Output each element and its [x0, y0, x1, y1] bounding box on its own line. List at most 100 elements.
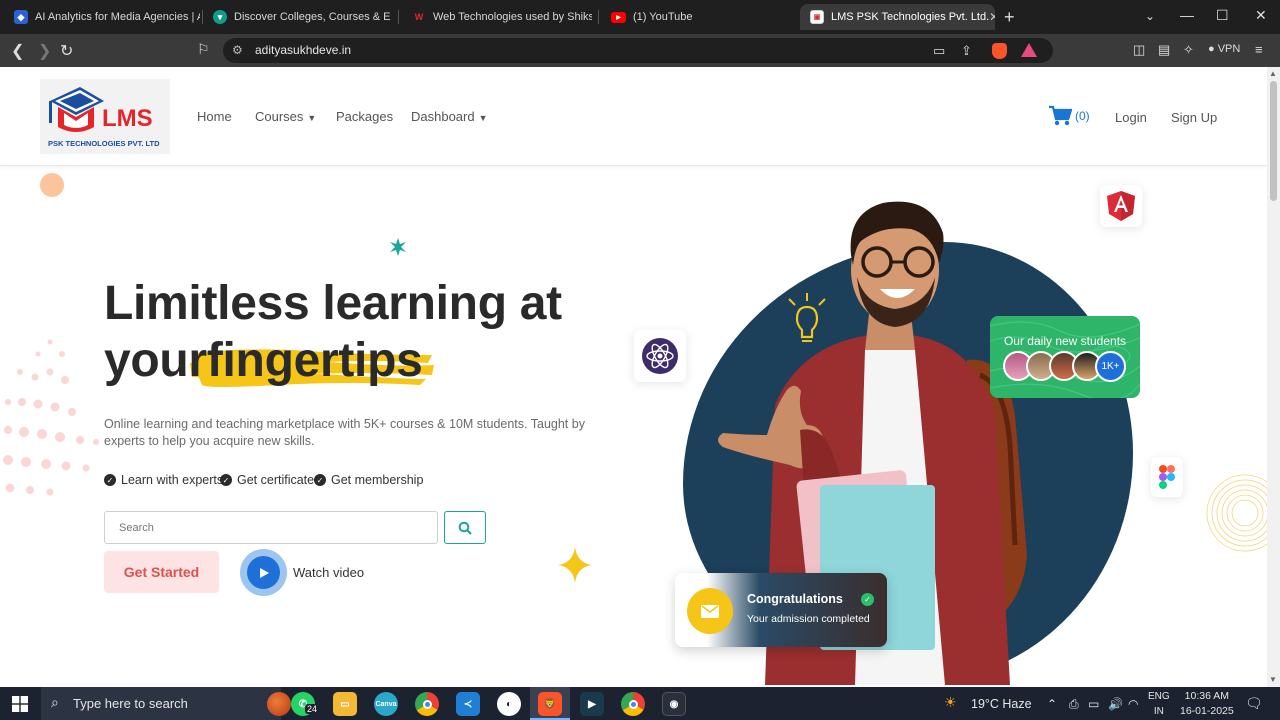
- course-search-input[interactable]: [104, 511, 438, 544]
- scroll-up-icon[interactable]: ▲: [1269, 69, 1277, 78]
- clock-date: 16-01-2025: [1180, 705, 1234, 717]
- search-button[interactable]: [444, 511, 486, 544]
- tab-discover-colleges[interactable]: ▾ Discover Colleges, Courses & Exams: [203, 4, 391, 30]
- watch-video-button[interactable]: Watch video: [240, 549, 364, 596]
- wappalyzer-favicon-icon: W: [412, 10, 426, 24]
- cast-icon[interactable]: ▭: [933, 43, 945, 59]
- tab-title: Web Technologies used by Shiksha: [433, 11, 592, 23]
- close-tab-icon[interactable]: ✕: [989, 10, 995, 24]
- system-clock[interactable]: 10:36 AM 16-01-2025: [1180, 689, 1234, 719]
- atom-icon-card: [634, 330, 686, 382]
- brave-taskbar-icon[interactable]: 🦁: [538, 692, 562, 716]
- watch-video-label: Watch video: [293, 565, 365, 580]
- signup-link[interactable]: Sign Up: [1171, 110, 1217, 125]
- windows-start-icon[interactable]: [12, 696, 28, 712]
- bookmark-icon[interactable]: ⚐: [197, 41, 210, 58]
- file-explorer-icon[interactable]: ▭: [333, 692, 357, 716]
- new-tab-icon[interactable]: +: [1004, 7, 1015, 28]
- brave-shields-icon[interactable]: [992, 43, 1007, 59]
- sparkle-star-icon: [390, 238, 406, 256]
- forward-icon[interactable]: ❯: [38, 41, 51, 61]
- wifi-icon[interactable]: ◠: [1128, 697, 1138, 711]
- windows-taskbar: ⌕ Type here to search ✆ 24 ▭ Canva ≺ ◐ 🦁…: [0, 687, 1280, 720]
- davinci-icon[interactable]: ◉: [662, 692, 686, 716]
- logo-subtitle: PSK TECHNOLOGIES PVT. LTD: [48, 139, 160, 148]
- tab-lms-active[interactable]: ▣ LMS PSK Technologies Pvt. Ltd. ✕: [800, 4, 995, 30]
- brave-rewards-icon[interactable]: [1021, 43, 1037, 57]
- chevron-down-icon: ▼: [307, 113, 317, 123]
- chrome-icon[interactable]: [415, 692, 439, 716]
- decorative-ring-pattern: [1206, 474, 1267, 552]
- hero-title-line2: yourfingertips: [104, 332, 562, 389]
- feature-label: Learn with experts: [121, 473, 224, 487]
- maximize-icon[interactable]: ☐: [1216, 7, 1229, 24]
- tab-search-chevron-icon[interactable]: ⌄: [1145, 9, 1155, 23]
- vpn-button[interactable]: ● VPN: [1208, 43, 1240, 55]
- show-hidden-icons-icon[interactable]: ⌃: [1047, 697, 1057, 711]
- site-settings-icon[interactable]: ⚙: [232, 43, 243, 57]
- hero-title-line1: Limitless learning at: [104, 277, 562, 330]
- minimize-icon[interactable]: —: [1180, 7, 1194, 23]
- taskbar-search-box[interactable]: ⌕ Type here to search: [41, 687, 311, 720]
- feature-label: Get membership: [331, 473, 424, 487]
- meet-now-icon[interactable]: ⎙: [1069, 697, 1079, 712]
- lang-line2: IN: [1153, 706, 1164, 717]
- get-started-button[interactable]: Get Started: [104, 551, 219, 593]
- leo-ai-icon[interactable]: ✧: [1183, 42, 1194, 58]
- nav-packages-label: Packages: [336, 109, 394, 124]
- scroll-down-icon[interactable]: ▼: [1269, 675, 1277, 684]
- menu-icon[interactable]: ≡: [1255, 42, 1263, 57]
- app-icon[interactable]: ◐: [497, 692, 521, 716]
- tab-title: (1) YouTube: [633, 11, 693, 23]
- angular-logo-icon: [1107, 191, 1135, 221]
- congratulations-subtitle: Your admission completed: [747, 613, 870, 625]
- weather-icon[interactable]: ☀: [944, 694, 957, 711]
- lms-logo[interactable]: LMS PSK TECHNOLOGIES PVT. LTD: [40, 79, 170, 154]
- page-scrollbar[interactable]: ▲ ▼: [1267, 67, 1280, 687]
- volume-icon[interactable]: 🔊: [1108, 697, 1123, 711]
- check-circle-icon: ✓: [861, 593, 874, 606]
- feature-get-membership: ✓ Get membership: [314, 473, 423, 487]
- weather-text[interactable]: 19°C Haze: [971, 697, 1032, 711]
- reload-icon[interactable]: ↻: [60, 41, 73, 61]
- nav-packages[interactable]: Packages: [336, 109, 393, 124]
- cart-count[interactable]: (0): [1075, 109, 1090, 123]
- tab-web-technologies[interactable]: W Web Technologies used by Shiksha: [402, 4, 592, 30]
- url-text[interactable]: adityasukhdeve.in: [255, 43, 351, 57]
- decorative-dot-pattern: [3, 339, 99, 496]
- tab-ai-analytics[interactable]: ◆ AI Analytics for Media Agencies | AI: [4, 4, 200, 30]
- nav-courses[interactable]: Courses ▼: [255, 109, 316, 124]
- nav-home[interactable]: Home: [197, 109, 232, 124]
- language-indicator[interactable]: ENG IN: [1148, 689, 1170, 719]
- vscode-icon[interactable]: ≺: [456, 692, 480, 716]
- scroll-thumb[interactable]: [1270, 81, 1277, 201]
- search-icon: [458, 521, 472, 535]
- wallet-icon[interactable]: ▤: [1158, 42, 1170, 58]
- nav-home-label: Home: [197, 109, 232, 124]
- terminal-app-icon[interactable]: ▶: [580, 692, 604, 716]
- sidebar-toggle-icon[interactable]: ◫: [1133, 42, 1145, 58]
- site-header: LMS PSK TECHNOLOGIES PVT. LTD Home Cours…: [0, 67, 1267, 166]
- browser-tab-bar: ◆ AI Analytics for Media Agencies | AI ▾…: [0, 0, 1280, 34]
- nav-dashboard[interactable]: Dashboard ▼: [411, 109, 488, 124]
- share-icon[interactable]: ⇪: [961, 43, 972, 59]
- yellow-sparkle-icon: [558, 547, 592, 583]
- feature-learn-with-experts: ✓ Learn with experts: [104, 473, 223, 487]
- cart-icon[interactable]: [1048, 105, 1072, 127]
- tab-youtube[interactable]: ▶ (1) YouTube: [601, 4, 791, 30]
- battery-icon[interactable]: ▭: [1088, 697, 1099, 711]
- close-window-icon[interactable]: ✕: [1255, 7, 1267, 24]
- login-link[interactable]: Login: [1115, 110, 1147, 125]
- play-button[interactable]: [240, 549, 287, 596]
- notification-icon[interactable]: 🗨: [1245, 695, 1263, 712]
- feature-get-certificate: ✓ Get certificate: [220, 473, 314, 487]
- check-badge-icon: ✓: [220, 474, 232, 486]
- atom-icon: [642, 338, 678, 374]
- url-bar[interactable]: ⚙ adityasukhdeve.in ▭ ⇪: [223, 38, 1053, 63]
- chrome-profile-icon[interactable]: [621, 692, 645, 716]
- shiksha-favicon-icon: ▾: [213, 10, 227, 24]
- lightbulb-icon: [788, 293, 826, 342]
- canva-icon[interactable]: Canva: [374, 692, 398, 716]
- search-highlight-planet-icon: [267, 692, 291, 716]
- back-icon[interactable]: ❮: [11, 41, 24, 61]
